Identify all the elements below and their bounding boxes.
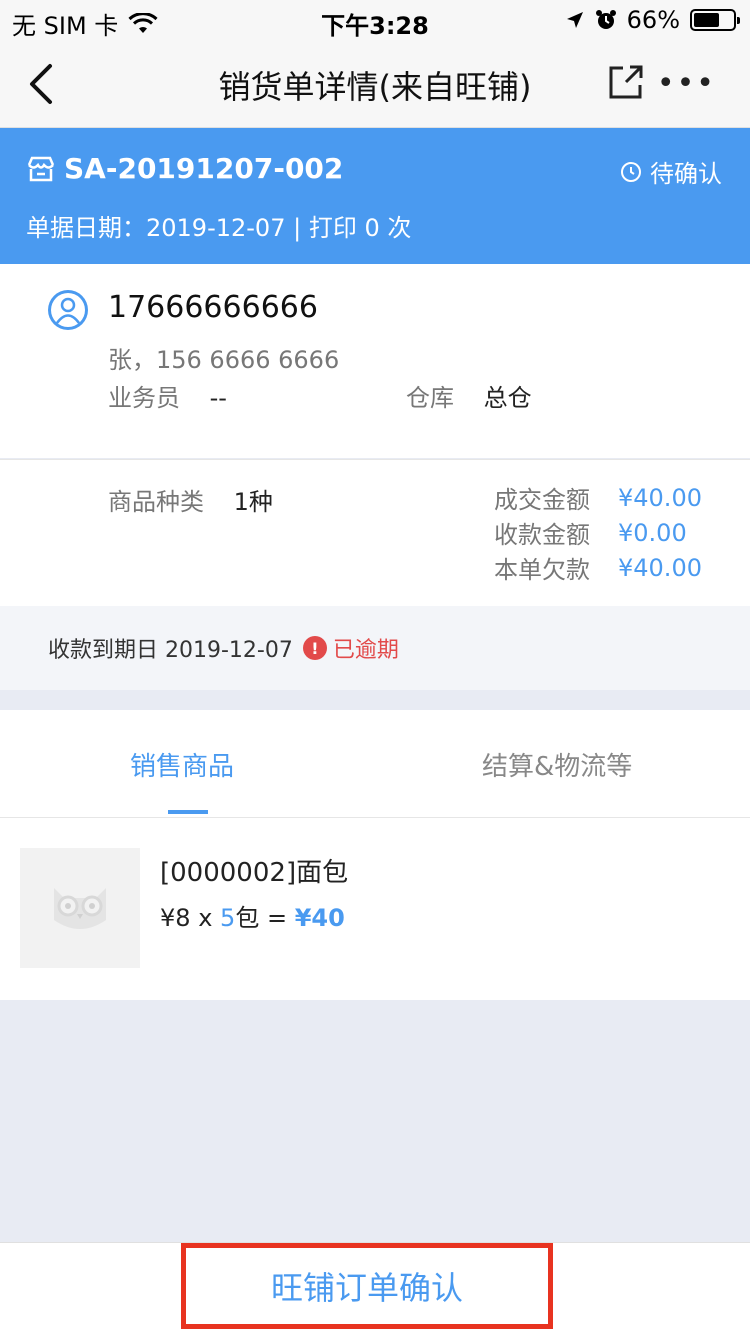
- tab-indicator: [168, 810, 208, 814]
- more-options-icon[interactable]: •••: [657, 66, 716, 101]
- product-kind-value: 1种: [233, 488, 273, 516]
- due-date-text: 收款到期日 2019-12-07: [48, 638, 293, 663]
- alarm-icon: [595, 10, 616, 29]
- received-amount-row: 收款金额 ¥0.00: [494, 515, 700, 550]
- store-icon: [27, 156, 55, 181]
- line-total: ¥40: [294, 904, 345, 932]
- customer-phone: 17666666666: [108, 290, 318, 325]
- battery-icon: [690, 9, 740, 31]
- order-status: 待确认: [620, 154, 722, 189]
- tab-bar: 销售商品 结算&物流等: [0, 710, 750, 818]
- tab-sales-products[interactable]: 销售商品: [130, 746, 234, 783]
- customer-card[interactable]: 17666666666 张，156 6666 6666 业务员 -- 仓库 总仓: [0, 264, 750, 458]
- bottom-action-bar: 旺铺订单确认: [0, 1242, 750, 1334]
- warning-icon: !: [302, 636, 327, 660]
- times-sign: x: [198, 904, 213, 932]
- warehouse-label: 仓库: [406, 384, 454, 412]
- tab-settlement-logistics[interactable]: 结算&物流等: [482, 746, 632, 783]
- avatar-icon: [48, 290, 88, 330]
- location-arrow-icon: [566, 12, 583, 28]
- nav-bar: 销货单详情(来自旺铺) •••: [0, 40, 750, 128]
- warehouse-row: 仓库 总仓: [406, 378, 532, 413]
- share-icon[interactable]: [608, 64, 644, 100]
- status-bar: 无 SIM 卡 下午3:28 66%: [0, 0, 750, 40]
- deal-amount-row: 成交金额 ¥40.00: [494, 480, 702, 515]
- owl-placeholder-icon: [54, 888, 106, 929]
- owed-amount-row: 本单欠款 ¥40.00: [494, 550, 702, 585]
- order-status-label: 待确认: [650, 160, 722, 188]
- order-header: SA-20191207-002 待确认 单据日期：2019-12-07 | 打印…: [0, 128, 750, 264]
- received-amount-value: ¥0.00: [618, 518, 687, 547]
- product-thumbnail: [20, 848, 140, 968]
- deal-amount-label: 成交金额: [494, 486, 590, 514]
- equals-sign: =: [266, 904, 288, 932]
- received-amount-label: 收款金额: [494, 521, 590, 549]
- due-date-bar: 收款到期日 2019-12-07 ! 已逾期: [0, 606, 750, 690]
- battery-percent: 66%: [626, 6, 680, 34]
- salesperson-value: --: [209, 384, 227, 412]
- product-kind-label: 商品种类: [108, 488, 204, 516]
- customer-contact: 张，156 6666 6666: [108, 346, 340, 374]
- owed-amount-value: ¥40.00: [618, 553, 702, 582]
- product-kind-row: 商品种类 1种: [108, 482, 273, 517]
- salesperson-row: 业务员 --: [108, 378, 227, 413]
- owed-amount-label: 本单欠款: [494, 556, 590, 584]
- order-summary: 商品种类 1种 成交金额 ¥40.00 收款金额 ¥0.00 本单欠款 ¥40.…: [0, 459, 750, 606]
- overdue-label: 已逾期: [332, 638, 399, 663]
- confirm-order-button[interactable]: 旺铺订单确认: [181, 1243, 553, 1329]
- overdue-badge: ! 已逾期: [302, 632, 399, 664]
- product-price-line: ¥8 x 5包 = ¥40: [160, 898, 345, 933]
- deal-amount-value: ¥40.00: [618, 483, 702, 512]
- warehouse-value: 总仓: [483, 384, 532, 412]
- salesperson-label: 业务员: [108, 384, 180, 412]
- battery-fill: [694, 13, 720, 27]
- order-date-line: 单据日期：2019-12-07 | 打印 0 次: [26, 214, 412, 242]
- unit-price: ¥8: [160, 904, 191, 932]
- product-name: [0000002]面包: [160, 858, 349, 888]
- product-list-item[interactable]: [0000002]面包 ¥8 x 5包 = ¥40: [0, 818, 750, 1000]
- unit: 包: [235, 904, 260, 932]
- clock-icon: [621, 161, 641, 182]
- order-code: SA-20191207-002: [64, 152, 344, 185]
- amounts-list: 成交金额 ¥40.00 收款金额 ¥0.00 本单欠款 ¥40.00: [494, 480, 702, 585]
- quantity: 5: [220, 904, 236, 932]
